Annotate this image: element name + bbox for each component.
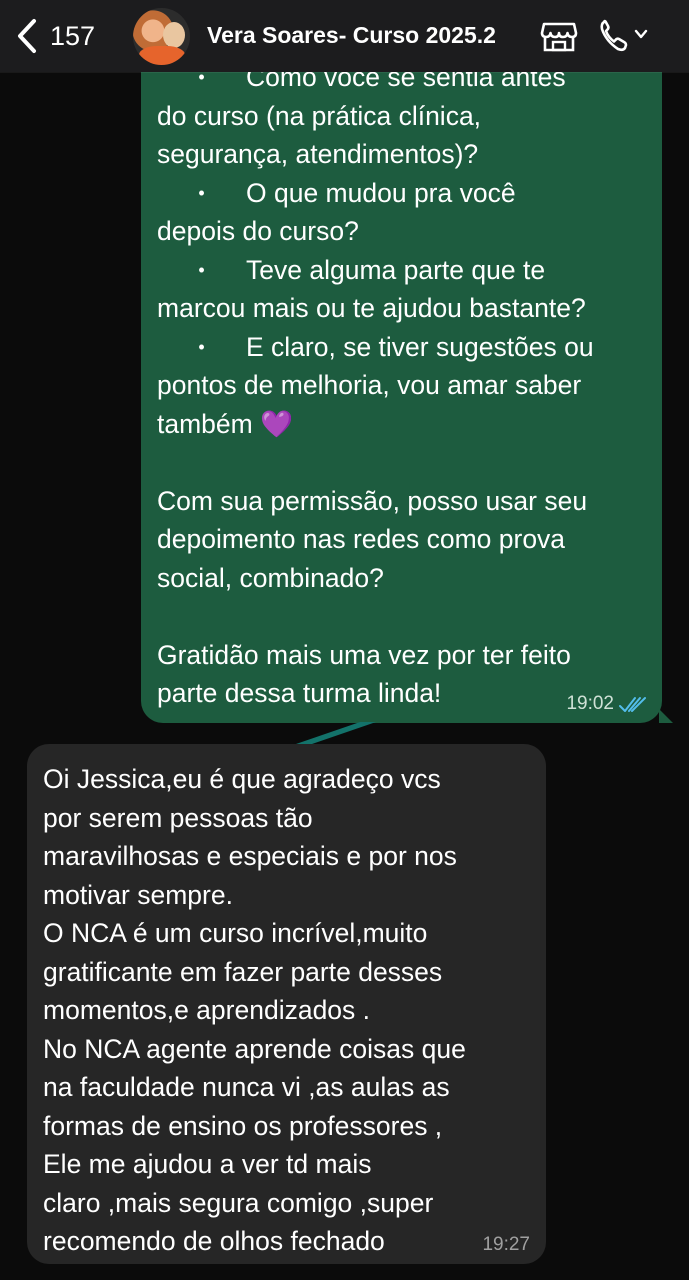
text-line: momentos,e aprendizados . [43,995,371,1025]
text-line: gratificante em fazer parte desses [43,956,443,987]
chat-title[interactable]: Vera Soares- Curso 2025.2 [207,22,496,49]
bullet-text: O que mudou pra você [246,177,516,208]
text-line: por serem pessoas tão [43,802,313,833]
text-line: No NCA agente aprende coisas que [43,1033,466,1064]
bullet-text: Teve alguma parte que te [246,254,546,285]
phone-icon[interactable] [596,16,654,56]
incoming-message-text: Oi Jessica,eu é que agradeço vcs por sere… [43,760,546,1261]
chevron-down-icon [634,29,648,39]
text-line: Oi Jessica,eu é que agradeço vcs [43,764,441,794]
chat-header: 157 Vera Soares- Curso 2025.2 [0,0,689,72]
text-line: segurança, atendimentos)? [157,139,479,169]
message-time: 19:02 [566,693,614,714]
bullet-text: E claro, se tiver sugestões ou [246,331,594,362]
text-line: O NCA é um curso incrível,muito [43,918,428,948]
text-line: motivar sempre. [43,879,233,910]
outgoing-message-text: • Como você se sentia antes do curso (na p… [157,58,662,713]
bubble-tail [659,709,673,723]
unread-count: 157 [50,20,96,51]
avatar-face [163,22,185,48]
reply-connector [296,722,376,744]
message-time: 19:27 [482,1234,530,1255]
text-line: social, combinado? [157,562,384,593]
text-line: depois do curso? [157,216,359,246]
avatar-shirt [139,46,185,65]
text-line: Com sua permissão, posso usar seu [157,485,588,516]
text-line: Gratidão mais uma vez por ter feito [157,639,571,670]
bullet-line: • Teve alguma parte que te [157,251,662,290]
store-icon[interactable] [539,16,579,56]
avatar[interactable] [133,8,190,65]
text-line: depoimento nas redes como prova [157,524,566,554]
back-button[interactable]: 157 [14,14,114,58]
bullet-dot: • [198,259,205,280]
bullet-dot: • [198,336,205,357]
text-line: claro ,mais segura comigo ,super [43,1187,434,1218]
text-line: Ele me ajudou a ver td mais [43,1149,372,1179]
outgoing-message[interactable]: • Como você se sentia antes do curso (na p… [141,58,673,723]
text-line: também 💜 [157,408,294,439]
bullet-line: • E claro, se tiver sugestões ou [157,328,662,367]
text-line: na faculdade nunca vi ,as aulas as [43,1072,450,1102]
text-line: formas de ensino os professores , [43,1110,443,1141]
text-line: do curso (na prática clínica, [157,100,482,131]
chevron-left-icon [18,19,36,53]
text-line: marcou mais ou te ajudou bastante? [157,293,586,323]
text-line: recomendo de olhos fechado [43,1226,385,1256]
text-line: maravilhosas e especiais e por nos [43,841,457,871]
bullet-dot: • [198,182,205,203]
text-line: pontos de melhoria, vou amar saber [157,370,582,400]
bullet-line: • O que mudou pra você [157,174,662,213]
read-receipt-icon [619,697,646,712]
incoming-message[interactable]: Oi Jessica,eu é que agradeço vcs por sere… [27,744,546,1264]
